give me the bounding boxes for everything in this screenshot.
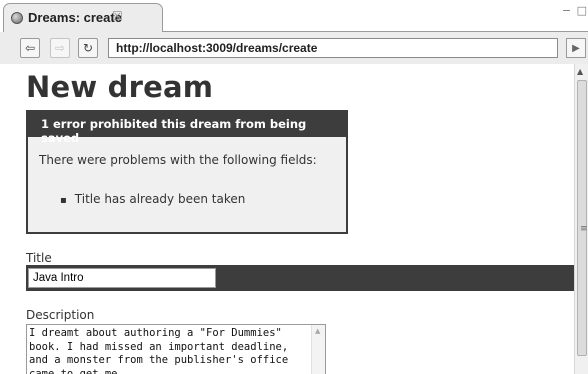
url-bar[interactable]: http://localhost:3009/dreams/create: [108, 38, 558, 58]
error-item: Title has already been taken: [60, 192, 246, 206]
scroll-up-icon[interactable]: ▲: [577, 67, 583, 76]
browser-tab[interactable]: Dreams: create ☒: [3, 3, 163, 32]
back-button[interactable]: ⇦: [20, 38, 40, 58]
description-text: I dreamt about authoring a "For Dummies"…: [29, 327, 295, 374]
globe-icon: [11, 12, 23, 24]
tab-title: Dreams: create: [28, 10, 122, 25]
page-title: New dream: [26, 70, 214, 104]
forward-arrow-icon: ⇨: [54, 41, 66, 55]
close-tab-icon[interactable]: ☒: [112, 9, 123, 23]
grip-icon: ≡: [580, 224, 588, 234]
tab-strip: Dreams: create ☒ − □: [0, 0, 588, 32]
refresh-icon: ↻: [82, 41, 94, 55]
window-controls[interactable]: − □: [562, 4, 588, 17]
back-arrow-icon: ⇦: [24, 41, 36, 55]
error-explanation: 1 error prohibited this dream from being…: [26, 110, 348, 234]
error-list: Title has already been taken: [60, 192, 246, 206]
scroll-up-icon[interactable]: ▲: [315, 327, 320, 335]
refresh-button[interactable]: ↻: [78, 38, 98, 58]
browser-toolbar: ⇦ ⇨ ↻ http://localhost:3009/dreams/creat…: [0, 32, 588, 64]
description-label: Description: [26, 308, 95, 322]
forward-button[interactable]: ⇨: [50, 38, 70, 58]
go-button[interactable]: ▶: [566, 38, 586, 58]
description-textarea[interactable]: I dreamt about authoring a "For Dummies"…: [26, 324, 326, 374]
scrollbar-thumb[interactable]: ≡: [577, 80, 588, 356]
page-scrollbar[interactable]: ▲ ≡: [574, 64, 588, 374]
title-label: Title: [26, 251, 52, 265]
textarea-scrollbar[interactable]: ▲: [311, 325, 325, 374]
page-content: New dream 1 error prohibited this dream …: [0, 64, 574, 374]
title-input[interactable]: Java Intro: [28, 268, 216, 288]
error-header: 1 error prohibited this dream from being…: [28, 112, 346, 145]
error-message: There were problems with the following f…: [39, 153, 317, 167]
go-icon: ▶: [572, 42, 580, 54]
